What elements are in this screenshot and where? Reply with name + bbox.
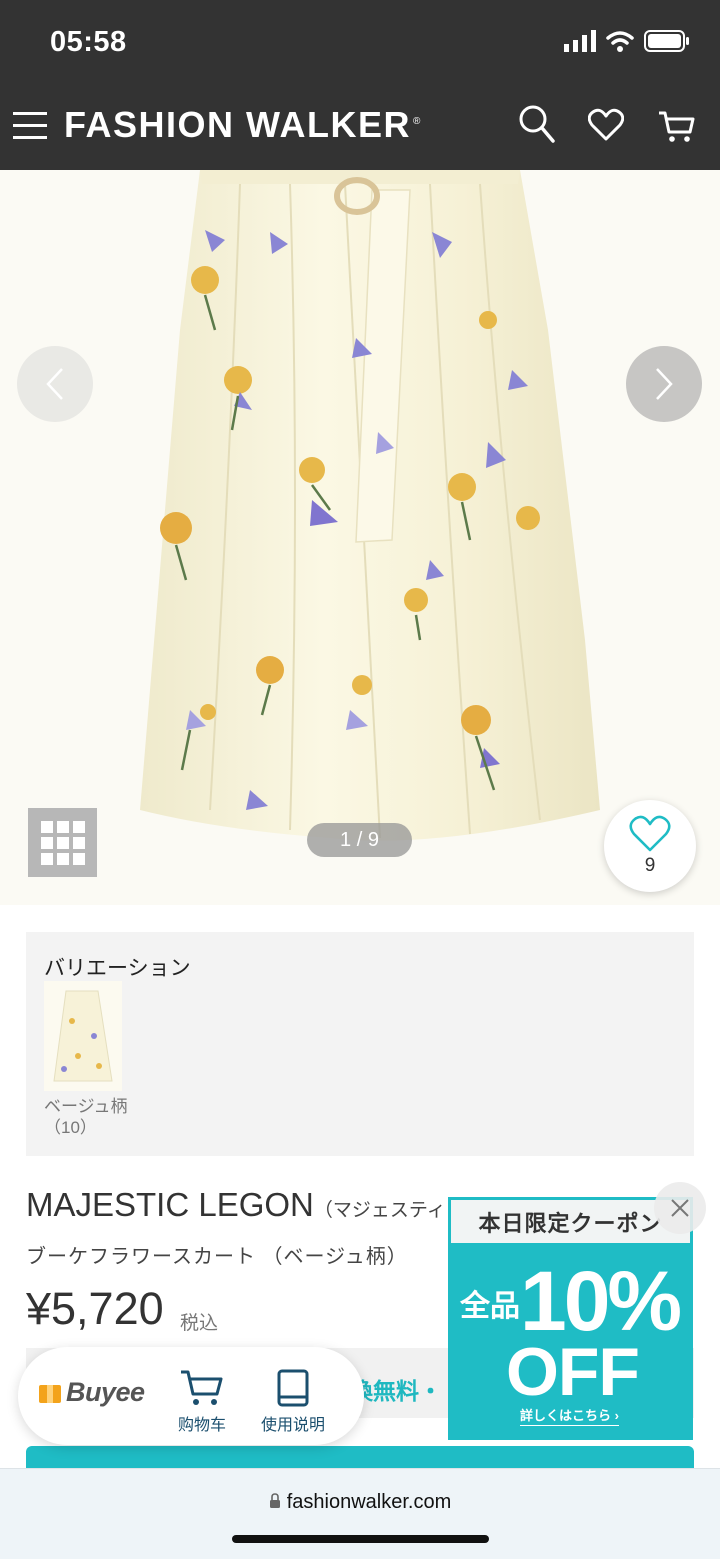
thumbnail-grid-button[interactable] — [28, 808, 97, 877]
site-logo[interactable]: FASHION WALKER ® — [64, 104, 422, 146]
buyee-guide-label: 使用说明 — [261, 1417, 326, 1434]
next-image-button[interactable] — [626, 346, 702, 422]
variation-label[interactable]: ベージュ柄（10） — [44, 1096, 134, 1138]
buyee-guide-button[interactable]: 使用说明 — [261, 1369, 325, 1435]
cart-icon[interactable] — [658, 110, 696, 144]
wifi-icon — [606, 31, 634, 52]
signal-icon — [564, 30, 596, 52]
tax-label: 税込 — [180, 1313, 219, 1334]
product-price: ¥5,720 — [26, 1283, 164, 1334]
grid-icon — [40, 820, 85, 865]
cart-icon — [181, 1370, 223, 1405]
heart-icon[interactable] — [588, 108, 624, 142]
favorite-button[interactable]: 9 — [604, 800, 696, 892]
status-icons — [564, 30, 690, 52]
browser-address-bar[interactable]: fashionwalker.com — [0, 1468, 720, 1559]
coupon-off: OFF — [506, 1334, 640, 1410]
search-icon[interactable] — [518, 104, 556, 144]
chevron-right-icon — [656, 368, 673, 400]
home-indicator — [232, 1535, 489, 1543]
menu-icon[interactable] — [13, 110, 47, 142]
battery-icon — [644, 30, 689, 52]
image-counter: 1 / 9 — [307, 823, 412, 857]
previous-image-button[interactable] — [17, 346, 93, 422]
close-icon — [671, 1199, 689, 1217]
variation-section: バリエーション ベージュ柄（10） — [26, 932, 694, 1156]
variation-thumbnail-image — [53, 990, 113, 1082]
product-image-gallery[interactable]: 1 / 9 9 — [0, 170, 720, 905]
coupon-close-button[interactable] — [654, 1182, 706, 1234]
url-text: fashionwalker.com — [286, 1491, 452, 1513]
product-image — [0, 170, 720, 905]
book-icon — [277, 1369, 309, 1407]
url-display: fashionwalker.com — [0, 1491, 720, 1514]
buyee-widget: Buyee 购物车 使用说明 — [18, 1347, 364, 1445]
coupon-banner[interactable]: 本日限定クーポン 全品 10% OFF 詳しくはこちら › — [448, 1197, 693, 1440]
shipping-text: 換無料・ — [350, 1378, 442, 1404]
favorite-count: 9 — [644, 855, 656, 876]
product-name: ブーケフラワースカート （ベージュ柄） — [26, 1246, 408, 1268]
buyee-cart-label: 购物车 — [178, 1417, 227, 1434]
lock-icon — [269, 1493, 280, 1508]
buyee-logo-text: Buyee — [66, 1377, 145, 1407]
status-time: 05:58 — [50, 26, 127, 58]
variation-thumbnail[interactable] — [44, 981, 122, 1091]
buyee-cart-button[interactable]: 购物车 — [178, 1369, 226, 1435]
buyee-box-icon — [39, 1384, 61, 1403]
brand-name[interactable]: MAJESTIC LEGON（マジェスティ — [26, 1186, 446, 1224]
heart-outline-icon — [629, 815, 671, 852]
coupon-all-items: 全品 — [460, 1290, 520, 1323]
variation-title: バリエーション — [44, 957, 191, 980]
chevron-left-icon — [46, 368, 63, 400]
app-header: 05:58 FASHION WALKER ® — [0, 0, 720, 170]
buyee-logo[interactable]: Buyee — [38, 1377, 145, 1408]
coupon-details-link[interactable]: 詳しくはこちら › — [520, 1405, 619, 1426]
